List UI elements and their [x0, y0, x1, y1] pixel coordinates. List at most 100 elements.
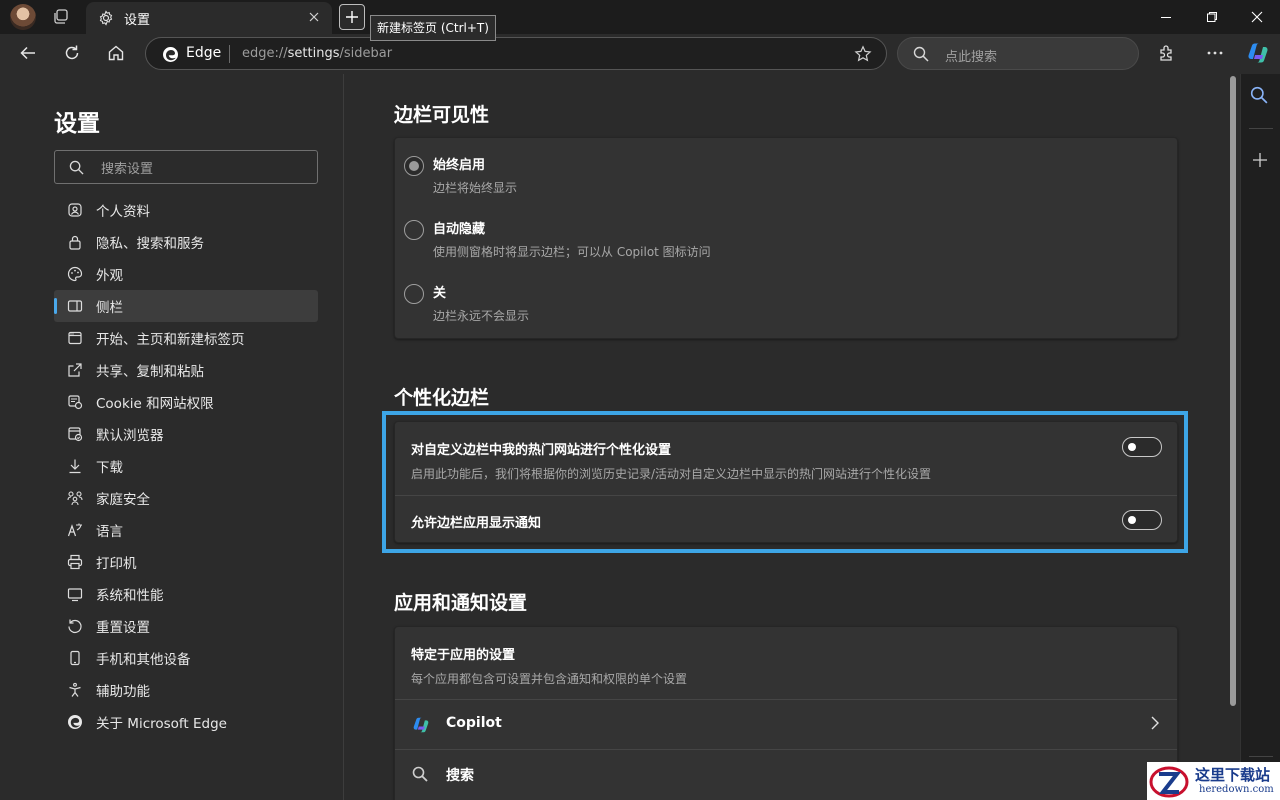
row-divider [395, 495, 1177, 496]
personalize-top-sites-toggle[interactable] [1122, 437, 1162, 457]
close-icon[interactable] [308, 11, 320, 23]
sidebar-item-reset[interactable]: 重置设置 [54, 610, 318, 642]
new-tab-button[interactable] [339, 4, 365, 30]
app-label: 搜索 [446, 768, 474, 784]
lock-icon [67, 234, 83, 250]
sidebar-item-label: 共享、复制和粘贴 [96, 364, 204, 380]
search-icon [69, 160, 84, 175]
url-text[interactable]: edge://settings/sidebar [242, 46, 392, 61]
family-icon [67, 490, 83, 506]
settings-nav-pane: 设置 搜索设置 个人资料 隐私、搜索和服务外观侧栏开始、主页和新建标签页 共享、复制… [0, 74, 344, 800]
radio-button-always[interactable] [404, 156, 424, 176]
radio-button-off[interactable] [404, 284, 424, 304]
vertical-scrollbar[interactable] [1226, 74, 1240, 800]
tab-settings[interactable]: 设置 [86, 2, 332, 34]
search-box[interactable]: 点此搜索 [897, 37, 1139, 70]
new-tab-tooltip: 新建标签页 (Ctrl+T) [370, 15, 496, 41]
option-title: 始终启用 [433, 158, 486, 173]
app-notifications-title: 允许边栏应用显示通知 [411, 516, 542, 531]
sidebar-item-phone[interactable]: 手机和其他设备 [54, 642, 318, 674]
sidebar-item-label: 开始、主页和新建标签页 [96, 332, 245, 348]
phone-icon [67, 650, 83, 666]
search-icon [412, 766, 428, 782]
sidebar-item-accessibility[interactable]: 辅助功能 [54, 674, 318, 706]
sidebar-item-sidebar[interactable]: 侧栏 [54, 290, 318, 322]
radio-option-off[interactable]: 关 边栏永远不会显示 [395, 266, 1177, 330]
sidebar-item-download[interactable]: 下载 [54, 450, 318, 482]
sidebar-item-share[interactable]: 共享、复制和粘贴 [54, 354, 318, 386]
app-row-copilot[interactable]: Copilot [395, 700, 1177, 749]
option-description: 使用侧窗格时将显示边栏；可以从 Copilot 图标访问 [433, 245, 711, 259]
restore-button[interactable] [1189, 0, 1235, 34]
palette-icon [67, 266, 83, 282]
close-window-button[interactable] [1234, 0, 1280, 34]
sidebar-divider [1249, 756, 1273, 757]
minimize-button[interactable] [1143, 0, 1189, 34]
search-icon[interactable] [1250, 86, 1268, 104]
option-title: 关 [433, 286, 447, 301]
search-icon [913, 46, 929, 62]
watermark-title: 这里下载站 [1195, 766, 1271, 784]
address-bar[interactable]: Edge edge://settings/sidebar [145, 37, 887, 70]
profile-avatar[interactable] [10, 4, 36, 30]
sidebar-item-palette[interactable]: 外观 [54, 258, 318, 290]
app-specific-title: 特定于应用的设置 [411, 648, 516, 663]
option-title: 自动隐藏 [433, 222, 486, 237]
edge-site-label: Edge [186, 45, 222, 61]
sidebar-item-language[interactable]: 语言 [54, 514, 318, 546]
personalize-card: 对自定义边栏中我的热门网站进行个性化设置 启用此功能后，我们将根据你的浏览历史记… [394, 421, 1178, 543]
settings-search-placeholder: 搜索设置 [101, 162, 154, 177]
radio-button-autohide[interactable] [404, 220, 424, 240]
sidebar-item-label: 重置设置 [96, 620, 150, 636]
app-row-search[interactable]: 搜索 [395, 750, 1177, 799]
address-separator [229, 45, 230, 63]
refresh-icon[interactable] [63, 44, 81, 62]
back-arrow-icon[interactable] [19, 44, 37, 62]
sidebar-item-lock[interactable]: 隐私、搜索和服务 [54, 226, 318, 258]
option-description: 边栏永远不会显示 [433, 309, 530, 323]
sidebar-item-label: 打印机 [96, 556, 137, 572]
sidebar-item-profile[interactable]: 个人资料 [54, 194, 318, 226]
extensions-icon[interactable] [1158, 44, 1176, 62]
sidebar-item-home-page[interactable]: 开始、主页和新建标签页 [54, 322, 318, 354]
section-title-app-settings: 应用和通知设置 [394, 592, 528, 614]
workspaces-icon[interactable] [52, 8, 70, 26]
copilot-icon[interactable] [1245, 40, 1271, 66]
add-icon[interactable] [1252, 152, 1268, 168]
sidebar-item-label: 手机和其他设备 [96, 652, 191, 668]
app-label: Copilot [446, 715, 502, 731]
sidebar-item-family[interactable]: 家庭安全 [54, 482, 318, 514]
sidebar-item-cookie[interactable]: Cookie 和网站权限 [54, 386, 318, 418]
sidebar-item-edge-logo[interactable]: 关于 Microsoft Edge [54, 706, 318, 738]
watermark: 这里下载站 heredown.com [1147, 762, 1280, 800]
edge-sidebar [1240, 74, 1280, 800]
settings-search-input[interactable]: 搜索设置 [54, 150, 318, 184]
cookie-icon [67, 394, 83, 410]
language-icon [67, 522, 83, 538]
radio-option-autohide[interactable]: 自动隐藏 使用侧窗格时将显示边栏；可以从 Copilot 图标访问 [395, 202, 1177, 266]
printer-icon [67, 554, 83, 570]
scrollbar-thumb[interactable] [1230, 76, 1236, 706]
personalize-top-sites-title: 对自定义边栏中我的热门网站进行个性化设置 [411, 443, 672, 458]
watermark-logo-icon [1149, 764, 1191, 798]
radio-option-always[interactable]: 始终启用 边栏将始终显示 [395, 138, 1177, 202]
sidebar-item-default-browser[interactable]: 默认浏览器 [54, 418, 318, 450]
more-options-icon[interactable] [1206, 44, 1224, 62]
sidebar-item-label: Cookie 和网站权限 [96, 396, 214, 412]
section-title-personalize: 个性化边栏 [394, 387, 490, 409]
sidebar-icon [67, 298, 83, 314]
sidebar-item-label: 家庭安全 [96, 492, 150, 508]
home-icon[interactable] [107, 44, 125, 62]
settings-title: 设置 [54, 111, 100, 137]
personalize-top-sites-desc: 启用此功能后，我们将根据你的浏览历史记录/活动对自定义边栏中显示的热门网站进行个… [411, 467, 932, 481]
sidebar-item-label: 外观 [96, 268, 123, 284]
copilot-icon [410, 715, 432, 735]
favorite-star-icon[interactable] [854, 45, 872, 63]
sidebar-item-printer[interactable]: 打印机 [54, 546, 318, 578]
edge-logo-icon [162, 46, 179, 63]
system-icon [67, 586, 83, 602]
sidebar-item-system[interactable]: 系统和性能 [54, 578, 318, 610]
app-specific-desc: 每个应用都包含可设置并包含通知和权限的单个设置 [411, 672, 688, 686]
download-icon [67, 458, 83, 474]
app-notifications-toggle[interactable] [1122, 510, 1162, 530]
